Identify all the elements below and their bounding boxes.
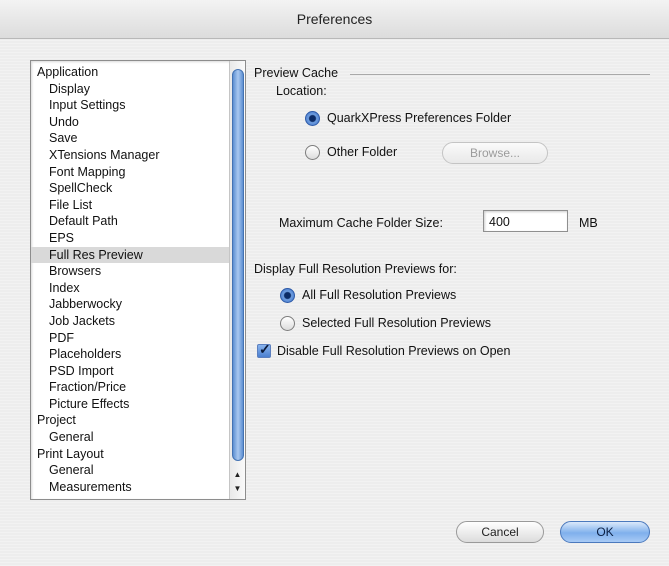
quark-folder-radio[interactable] bbox=[305, 111, 320, 126]
category-item[interactable]: Full Res Preview bbox=[31, 246, 229, 264]
browse-button[interactable]: Browse... bbox=[442, 142, 548, 164]
category-item[interactable]: Input Settings bbox=[31, 97, 229, 114]
selected-previews-radio[interactable] bbox=[280, 316, 295, 331]
category-item[interactable]: Application bbox=[31, 64, 229, 81]
category-item[interactable]: Browsers bbox=[31, 263, 229, 280]
all-previews-radio[interactable] bbox=[280, 288, 295, 303]
scroll-up-arrow-icon[interactable]: ▲ bbox=[233, 470, 242, 479]
category-items: Application Display Input Settings Undo Save… bbox=[31, 64, 229, 495]
scroll-down-arrow-icon[interactable]: ▼ bbox=[233, 484, 242, 493]
category-scrollbar[interactable]: ▲ ▼ bbox=[229, 61, 245, 499]
category-item[interactable]: Picture Effects bbox=[31, 396, 229, 413]
category-item[interactable]: Print Layout bbox=[31, 446, 229, 463]
max-cache-size-label: Maximum Cache Folder Size: bbox=[279, 216, 443, 230]
category-item[interactable]: Index bbox=[31, 280, 229, 297]
category-item[interactable]: Undo bbox=[31, 114, 229, 131]
category-item[interactable]: Fraction/Price bbox=[31, 379, 229, 396]
ok-button[interactable]: OK bbox=[560, 521, 650, 543]
category-item[interactable]: Placeholders bbox=[31, 346, 229, 363]
quark-folder-label[interactable]: QuarkXPress Preferences Folder bbox=[327, 111, 511, 125]
category-item[interactable]: Default Path bbox=[31, 213, 229, 230]
other-folder-label[interactable]: Other Folder bbox=[327, 145, 397, 159]
scroll-thumb[interactable] bbox=[232, 69, 244, 461]
category-item[interactable]: EPS bbox=[31, 230, 229, 247]
category-item[interactable]: XTensions Manager bbox=[31, 147, 229, 164]
category-item[interactable]: PSD Import bbox=[31, 363, 229, 380]
category-item[interactable]: Save bbox=[31, 130, 229, 147]
title-bar: Preferences bbox=[0, 0, 669, 39]
selected-previews-label[interactable]: Selected Full Resolution Previews bbox=[302, 316, 491, 330]
max-cache-size-unit: MB bbox=[579, 216, 598, 230]
cancel-button[interactable]: Cancel bbox=[456, 521, 544, 543]
category-item[interactable]: SpellCheck bbox=[31, 180, 229, 197]
category-list[interactable]: Application Display Input Settings Undo Save… bbox=[30, 60, 246, 500]
preview-cache-group-label: Preview Cache bbox=[254, 66, 339, 80]
category-item[interactable]: Display bbox=[31, 81, 229, 98]
disable-on-open-label[interactable]: Disable Full Resolution Previews on Open bbox=[277, 344, 510, 358]
group-divider bbox=[350, 74, 650, 75]
category-item[interactable]: PDF bbox=[31, 330, 229, 347]
other-folder-radio[interactable] bbox=[305, 145, 320, 160]
category-item[interactable]: Measurements bbox=[31, 479, 229, 496]
all-previews-label[interactable]: All Full Resolution Previews bbox=[302, 288, 456, 302]
category-item[interactable]: Jabberwocky bbox=[31, 296, 229, 313]
category-item[interactable]: Job Jackets bbox=[31, 313, 229, 330]
display-previews-label: Display Full Resolution Previews for: bbox=[254, 262, 457, 276]
category-item[interactable]: General bbox=[31, 429, 229, 446]
disable-on-open-checkbox[interactable]: ✓ bbox=[257, 341, 271, 358]
location-label: Location: bbox=[276, 84, 327, 98]
category-item[interactable]: Project bbox=[31, 412, 229, 429]
category-item[interactable]: File List bbox=[31, 197, 229, 214]
window-title: Preferences bbox=[296, 11, 373, 27]
category-item[interactable]: General bbox=[31, 462, 229, 479]
preferences-window: Preferences Application Display Input Sett… bbox=[0, 0, 669, 566]
max-cache-size-input[interactable]: 400 bbox=[483, 210, 568, 232]
category-item[interactable]: Font Mapping bbox=[31, 164, 229, 181]
checkmark-icon: ✓ bbox=[259, 341, 271, 357]
